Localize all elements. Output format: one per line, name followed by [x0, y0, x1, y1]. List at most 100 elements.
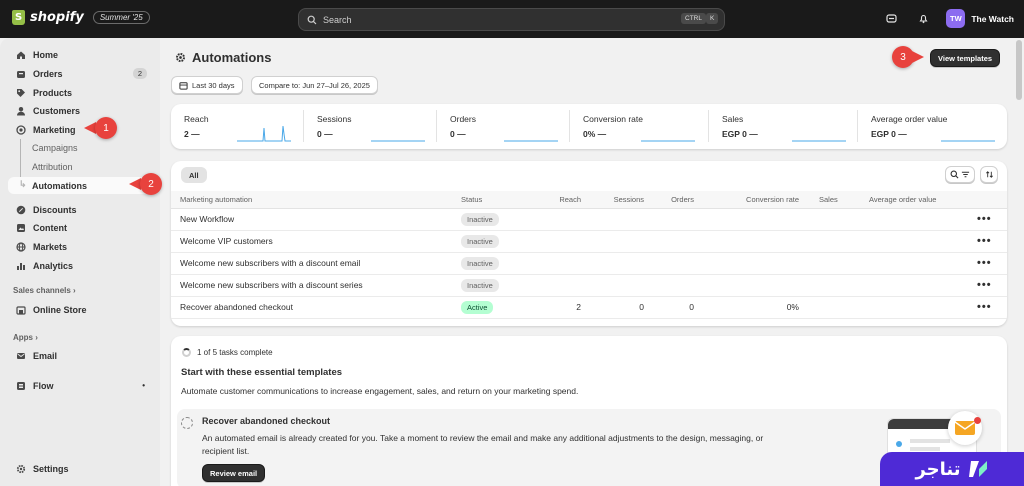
metric-conversion-rate[interactable]: Conversion rate 0% —	[583, 104, 708, 147]
col-sessions[interactable]: Sessions	[581, 191, 644, 209]
table-row[interactable]: Welcome new subscribers with a discount …	[171, 274, 1007, 297]
status-badge: Active	[461, 300, 494, 314]
metric-sessions[interactable]: Sessions 0 —	[317, 104, 437, 147]
sort-icon	[985, 171, 993, 178]
apps-label[interactable]: Apps ›	[13, 333, 38, 342]
sidebar-item-marketing[interactable]: Marketing	[8, 121, 153, 138]
tag-icon	[17, 88, 25, 97]
col-marketing-automation[interactable]: Marketing automation	[171, 191, 461, 209]
more-actions-cell: •••	[977, 252, 1007, 275]
more-actions-icon[interactable]: •••	[977, 213, 992, 225]
metric-orders[interactable]: Orders 0 —	[450, 104, 570, 147]
metric-sales[interactable]: Sales EGP 0 —	[722, 104, 852, 147]
task-description-1: An automated email is already created fo…	[202, 433, 764, 443]
sidebar-item-label: Products	[33, 87, 73, 98]
table-row[interactable]: Recover abandoned checkout Active 2 0 0 …	[171, 296, 1007, 319]
sidebar: Home Orders 2 Products Customers Marketi…	[0, 38, 160, 486]
sidebar-item-flow[interactable]: Flow •	[8, 377, 153, 394]
more-actions-icon[interactable]: •••	[977, 301, 992, 313]
edition-badge[interactable]: Summer '25	[92, 11, 150, 24]
automation-name[interactable]: Recover abandoned checkout	[171, 296, 461, 319]
sales-channels-label[interactable]: Sales channels ›	[13, 286, 76, 295]
review-email-button[interactable]: Review email	[202, 464, 266, 482]
inbox-icon[interactable]	[882, 10, 900, 28]
bell-icon[interactable]	[914, 10, 932, 28]
sidebar-item-online-store[interactable]: Online Store	[8, 301, 153, 318]
chevron-right-icon: ›	[73, 286, 76, 295]
automation-name[interactable]: Welcome new subscribers with a discount …	[171, 274, 461, 297]
status-cell: Active	[461, 296, 536, 319]
col-status[interactable]: Status	[461, 191, 536, 209]
automation-name[interactable]: New Workflow	[171, 208, 461, 231]
sidebar-item-customers[interactable]: Customers	[8, 102, 153, 119]
aov-cell	[859, 274, 977, 297]
metric-label: Sales	[722, 114, 744, 124]
sidebar-item-campaigns[interactable]: Campaigns	[32, 139, 78, 156]
shopify-logo[interactable]: shopify Summer '25	[12, 10, 150, 25]
date-range-button[interactable]: Last 30 days	[171, 76, 243, 94]
store-name[interactable]: The Watch	[971, 14, 1014, 24]
sidebar-item-analytics[interactable]: Analytics	[8, 257, 153, 274]
more-actions-icon[interactable]: •••	[977, 279, 992, 291]
calendar-icon	[179, 81, 188, 90]
table-row[interactable]: Welcome VIP customers Inactive •••	[171, 230, 1007, 253]
avatar[interactable]: TW	[946, 9, 966, 28]
col-orders[interactable]: Orders	[644, 191, 694, 209]
table-row[interactable]: Welcome new subscribers with a discount …	[171, 252, 1007, 275]
sessions-cell: 0	[581, 296, 644, 319]
conversion-cell	[694, 274, 799, 297]
table-row[interactable]: New Workflow Inactive •••	[171, 208, 1007, 231]
more-actions-icon[interactable]: •••	[977, 235, 992, 247]
home-icon	[17, 51, 25, 59]
col-reach[interactable]: Reach	[536, 191, 581, 209]
sidebar-item-label: Customers	[33, 105, 81, 116]
sidebar-item-label: Email	[33, 350, 58, 361]
search-icon	[307, 15, 317, 24]
sidebar-item-products[interactable]: Products	[8, 84, 153, 101]
more-actions-cell: •••	[977, 274, 1007, 297]
store-icon	[16, 305, 26, 315]
sidebar-item-label: Markets	[33, 241, 68, 252]
view-templates-button[interactable]: View templates	[930, 49, 1001, 67]
main-content: Automations View templates Last 30 days …	[160, 38, 1024, 486]
person-icon	[17, 106, 25, 115]
bar-chart-icon	[17, 262, 25, 270]
more-actions-icon[interactable]: •••	[977, 257, 992, 269]
sidebar-item-content[interactable]: Content	[8, 219, 153, 236]
metric-value: EGP 0 —	[871, 129, 907, 139]
more-actions-cell: •••	[977, 208, 1007, 231]
metric-average-order-value[interactable]: Average order value EGP 0 —	[871, 104, 1001, 147]
tab-all[interactable]: All	[181, 167, 207, 183]
metric-divider	[857, 110, 858, 142]
automation-name[interactable]: Welcome VIP customers	[171, 230, 461, 253]
task-checkbox-icon[interactable]	[181, 417, 193, 429]
scrollbar[interactable]	[1016, 40, 1022, 100]
sort-button[interactable]	[980, 166, 998, 183]
flow-icon	[17, 381, 25, 390]
metric-label: Conversion rate	[583, 114, 644, 124]
sidebar-item-home[interactable]: Home	[8, 46, 153, 63]
sidebar-item-settings[interactable]: Settings	[8, 460, 153, 477]
sidebar-item-attribution[interactable]: Attribution	[32, 158, 73, 175]
search-icon	[950, 170, 959, 179]
sidebar-item-markets[interactable]: Markets	[8, 238, 153, 255]
sales-cell	[799, 230, 859, 253]
callout-3-pointer	[912, 51, 924, 63]
compare-button[interactable]: Compare to: Jun 27–Jul 26, 2025	[251, 76, 378, 94]
sidebar-item-label: Content	[33, 222, 67, 233]
search-filter-button[interactable]	[945, 166, 975, 183]
automation-name[interactable]: Welcome new subscribers with a discount …	[171, 252, 461, 275]
sidebar-item-orders[interactable]: Orders 2	[8, 65, 153, 82]
sidebar-item-label: Analytics	[33, 260, 74, 271]
sales-sparkline	[792, 140, 846, 142]
sessions-cell	[581, 208, 644, 231]
sidebar-item-email[interactable]: Email	[8, 347, 153, 364]
col-conversion-rate[interactable]: Conversion rate	[694, 191, 799, 209]
col-sales[interactable]: Sales	[799, 191, 859, 209]
search-input[interactable]: Search CTRL K	[298, 8, 725, 31]
col-average-order-value[interactable]: Average order value	[859, 191, 977, 209]
aov-cell	[859, 296, 977, 319]
metric-reach[interactable]: Reach 2 —	[184, 104, 304, 147]
gear-icon	[175, 52, 186, 63]
sidebar-item-discounts[interactable]: Discounts	[8, 201, 153, 218]
